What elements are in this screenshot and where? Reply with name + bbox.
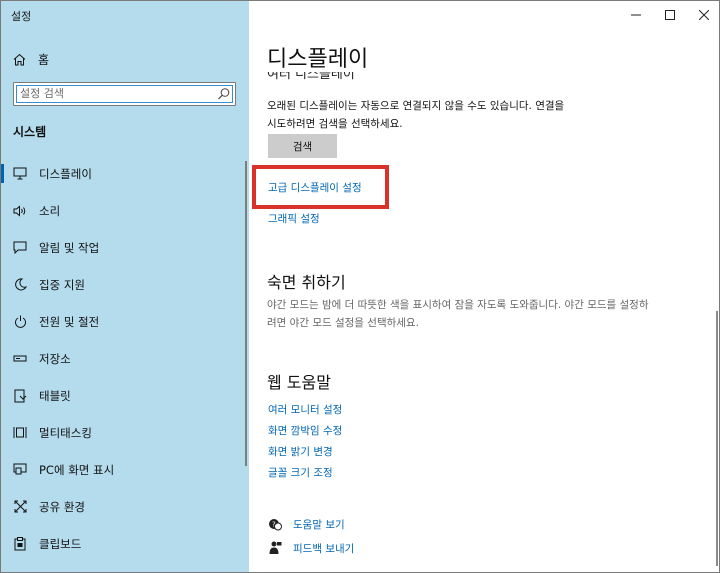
send-feedback-link[interactable]: 피드백 보내기 <box>267 540 354 556</box>
notification-icon <box>12 240 28 256</box>
multiple-displays-heading: 여러 디스플레이 <box>267 72 355 81</box>
search-box[interactable] <box>13 82 236 106</box>
sidebar-item-label: 태블릿 <box>39 388 71 403</box>
section-label: 시스템 <box>13 125 47 139</box>
graphics-settings-link[interactable]: 그래픽 설정 <box>268 211 320 226</box>
sidebar-item-notifications[interactable]: 알림 및 작업 <box>1 229 241 266</box>
multitasking-icon <box>12 425 28 441</box>
close-button[interactable] <box>687 1 719 29</box>
active-marker <box>1 164 4 183</box>
advanced-display-settings-link[interactable]: 고급 디스플레이 설정 <box>268 180 362 195</box>
web-help-link[interactable]: 화면 깜박임 수정 <box>268 423 342 438</box>
app-title: 설정 <box>11 10 32 23</box>
sidebar-item-tablet[interactable]: 태블릿 <box>1 377 241 414</box>
home-label: 홈 <box>38 52 50 67</box>
sidebar-item-power[interactable]: 전원 및 절전 <box>1 303 241 340</box>
detect-button[interactable]: 검색 <box>268 134 337 158</box>
sidebar-item-shared[interactable]: 공유 환경 <box>1 488 241 525</box>
share-icon <box>12 499 28 515</box>
maximize-button[interactable] <box>653 1 687 29</box>
sidebar: 설정 홈 시스템 디스플레이 <box>1 1 249 572</box>
window-controls <box>619 1 719 29</box>
search-input[interactable] <box>20 85 210 101</box>
main-scrollbar[interactable] <box>716 311 718 566</box>
tablet-icon <box>12 388 28 404</box>
sidebar-item-multitasking[interactable]: 멀티태스킹 <box>1 414 241 451</box>
web-help-link[interactable]: 여러 모니터 설정 <box>268 402 342 417</box>
clipboard-icon <box>12 536 28 552</box>
project-icon <box>12 462 28 478</box>
home-icon <box>13 53 26 66</box>
help-chat-icon: ? <box>267 516 283 532</box>
sidebar-item-label: 저장소 <box>39 351 71 366</box>
feedback-icon <box>267 540 283 556</box>
sleep-heading: 숙면 취하기 <box>267 273 346 292</box>
storage-icon <box>12 351 28 367</box>
sleep-description: 야간 모드는 밤에 더 따뜻한 색을 표시하여 잠을 자도록 도와줍니다. 야간… <box>267 299 649 329</box>
sidebar-home[interactable]: 홈 <box>13 50 49 68</box>
web-help-heading: 웹 도움말 <box>267 373 331 392</box>
sidebar-item-label: 전원 및 절전 <box>39 314 100 329</box>
sidebar-item-label: 집중 지원 <box>39 277 85 292</box>
minimize-button[interactable] <box>619 1 653 29</box>
sidebar-item-label: PC에 화면 표시 <box>39 462 115 477</box>
settings-window: 설정 홈 시스템 디스플레이 <box>0 0 720 573</box>
sidebar-item-focus-assist[interactable]: 집중 지원 <box>1 266 241 303</box>
sidebar-scrollbar[interactable] <box>245 161 247 466</box>
web-help-link[interactable]: 글꼴 크기 조정 <box>268 465 333 480</box>
main-content: 디스플레이 여러 디스플레이 오래된 디스플레이는 자동으로 연결되지 않을 수… <box>249 1 719 572</box>
get-help-link[interactable]: ? 도움말 보기 <box>267 516 345 532</box>
sidebar-item-label: 알림 및 작업 <box>39 240 100 255</box>
speaker-icon <box>12 203 28 219</box>
svg-text:?: ? <box>272 520 276 528</box>
power-icon <box>12 314 28 330</box>
sidebar-item-project[interactable]: PC에 화면 표시 <box>1 451 241 488</box>
moon-icon <box>12 277 28 293</box>
sidebar-item-sound[interactable]: 소리 <box>1 192 241 229</box>
sidebar-item-label: 소리 <box>39 203 61 218</box>
sidebar-item-display[interactable]: 디스플레이 <box>1 155 241 192</box>
sidebar-item-clipboard[interactable]: 클립보드 <box>1 525 241 562</box>
search-icon[interactable] <box>217 86 231 100</box>
sidebar-item-label: 멀티태스킹 <box>39 425 92 440</box>
sidebar-item-storage[interactable]: 저장소 <box>1 340 241 377</box>
web-help-link[interactable]: 화면 밝기 변경 <box>268 444 333 459</box>
sidebar-item-label: 클립보드 <box>39 536 82 551</box>
monitor-icon <box>12 166 28 182</box>
page-title: 디스플레이 <box>267 47 369 72</box>
sidebar-item-label: 공유 환경 <box>39 499 85 514</box>
sidebar-item-label: 디스플레이 <box>39 166 92 181</box>
detect-description: 오래된 디스플레이는 자동으로 연결되지 않을 수도 있습니다. 연결을 시도하… <box>267 100 565 130</box>
